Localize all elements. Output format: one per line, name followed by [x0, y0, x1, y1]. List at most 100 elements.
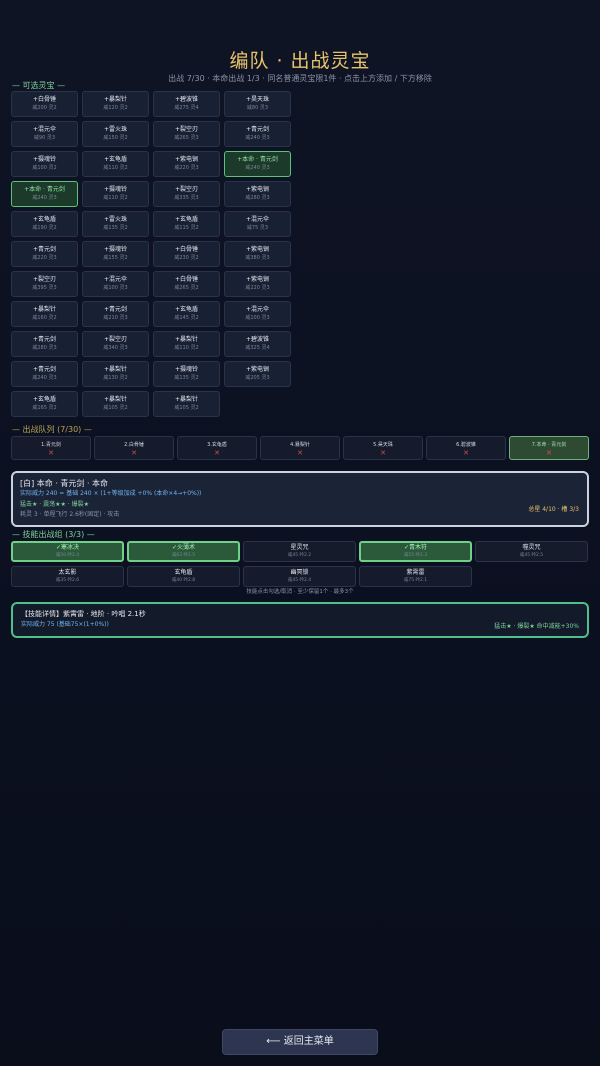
- treasure-card[interactable]: +暴梨针威105 灵2: [82, 391, 149, 417]
- treasure-card-stats: 威105 灵2: [103, 405, 128, 411]
- skill-card[interactable]: 噬灵咒 威45 吟2.5: [475, 541, 588, 562]
- treasure-card[interactable]: +青元剑 威240 灵3: [11, 361, 78, 387]
- treasure-card-label: +白骨锤: [174, 246, 199, 253]
- treasure-card[interactable]: +玄龟盾 威165 灵2: [11, 391, 78, 417]
- treasure-card-stats: 威115 灵2: [174, 225, 199, 231]
- treasure-card-stats: 威210 灵3: [103, 315, 128, 321]
- treasure-card[interactable]: +暴梨针 威110 灵2: [153, 331, 220, 357]
- treasure-card-label: +暴梨针: [103, 396, 128, 403]
- treasure-card[interactable]: +紫电锏 威220 灵3: [153, 151, 220, 177]
- treasure-card[interactable]: +紫电锏 威280 灵3: [224, 181, 291, 207]
- treasure-card[interactable]: +玄龟盾 威110 灵2: [82, 151, 149, 177]
- treasure-card-stats: 威165 灵2: [32, 405, 57, 411]
- info-title: [白] 本命 · 青元剑 · 本命: [20, 479, 109, 488]
- team-slot[interactable]: 6.碧波锥 ✕: [426, 436, 506, 460]
- treasure-card[interactable]: +混元伞 威100 灵3: [82, 271, 149, 297]
- back-to-main-menu-button[interactable]: ⟵ 返回主菜单: [222, 1029, 378, 1055]
- remove-icon: ✕: [131, 449, 137, 457]
- treasure-card-label: +混元伞: [32, 126, 57, 133]
- skill-card[interactable]: 紫霄雷 威75 吟2.1: [359, 566, 472, 587]
- treasure-card[interactable]: +紫电锏 威220 灵3: [224, 271, 291, 297]
- treasure-card[interactable]: +暴梨针 威120 灵2: [82, 91, 149, 117]
- treasure-card-label: +雷火珠: [103, 126, 128, 133]
- skill-card[interactable]: 玄龟盾 威40 吟2.8: [127, 566, 240, 587]
- treasure-card[interactable]: +青元剑 威240 灵3: [224, 121, 291, 147]
- treasure-card-stats: 威90 灵3: [33, 135, 56, 141]
- skill-card[interactable]: ✓青木符 威55 吟2.3: [359, 541, 472, 562]
- treasure-card-label: +裂空刃: [103, 336, 128, 343]
- treasure-card-stats: 威230 灵2: [174, 255, 199, 261]
- team-slot[interactable]: 5.昊天珠 ✕: [343, 436, 423, 460]
- battle-team-queue: 1.青元剑 ✕ 2.白骨锤 ✕ 3.玄龟盾 ✕ 4.暴梨针 ✕ 5.昊天珠 ✕ 6.碧波锥 ✕ 7.本命…: [11, 436, 589, 460]
- skill-detail-panel: 【技能详情】紫霄雷 · 地阶 · 吟唱 2.1秒 实际威力 75 (基础75×(…: [11, 602, 589, 638]
- treasure-card-stats: 威325 灵4: [245, 345, 270, 351]
- skill-card[interactable]: 太玄影 威35 吟2.6: [11, 566, 124, 587]
- treasure-card-label: +暴梨针: [32, 306, 57, 313]
- treasure-card[interactable]: +白骨锤 威265 灵2: [153, 271, 220, 297]
- treasure-card[interactable]: +紫电锏 威205 灵3: [224, 361, 291, 387]
- treasure-card[interactable]: +青元剑 威280 灵3: [11, 331, 78, 357]
- team-slot[interactable]: 1.青元剑 ✕: [11, 436, 91, 460]
- treasure-card[interactable]: +混元伞 威75 灵3: [224, 211, 291, 237]
- treasure-card[interactable]: +混元伞威90 灵3: [11, 121, 78, 147]
- treasure-card[interactable]: +本命 · 青元剑 威240 灵3: [11, 181, 78, 207]
- treasure-card-label: +混元伞: [245, 306, 270, 313]
- treasure-card-label: +本命 · 青元剑: [237, 156, 278, 163]
- treasure-card[interactable]: +摄魂铃 威110 灵2: [82, 181, 149, 207]
- treasure-card[interactable]: +白骨锤 威200 灵2: [11, 91, 78, 117]
- treasure-card[interactable]: +暴梨针 威105 灵2: [153, 391, 220, 417]
- treasure-card[interactable]: +摄魂铃 威100 灵2: [11, 151, 78, 177]
- team-slot-label: 4.暴梨针: [290, 442, 310, 448]
- treasure-card[interactable]: +玄龟盾 威145 灵2: [153, 301, 220, 327]
- treasure-card-label: +雷火珠: [103, 216, 128, 223]
- treasure-card-label: +紫电锏: [174, 156, 199, 163]
- team-slot[interactable]: 7.本命 · 青元剑 ✕: [509, 436, 589, 460]
- treasure-card[interactable]: +雷火珠 威150 灵2: [82, 121, 149, 147]
- treasure-card[interactable]: +青元剑 威220 灵3: [11, 241, 78, 267]
- treasure-card-label: +紫电锏: [245, 366, 270, 373]
- team-slot[interactable]: 3.玄龟盾 ✕: [177, 436, 257, 460]
- skill-card[interactable]: 幽冥锁 威45 吟2.4: [243, 566, 356, 587]
- treasure-card[interactable]: +碧波锥 威325 灵4: [224, 331, 291, 357]
- team-slot[interactable]: 4.暴梨针 ✕: [260, 436, 340, 460]
- treasure-card-label: +摄魂铃: [103, 246, 128, 253]
- treasure-card-label: +玄龟盾: [174, 306, 199, 313]
- treasure-card[interactable]: +白骨锤威230 灵2: [153, 241, 220, 267]
- treasure-card[interactable]: +暴梨针 威130 灵2: [82, 361, 149, 387]
- treasure-card-stats: 威275 灵4: [174, 105, 199, 111]
- treasure-card-stats: 威220 灵3: [245, 285, 270, 291]
- treasure-card[interactable]: +摄魂铃 威155 灵2: [82, 241, 149, 267]
- treasure-card[interactable]: +昊天珠 威80 灵3: [224, 91, 291, 117]
- info-traits: 猛击★ · 震荡★★ · 爆裂★: [20, 501, 89, 508]
- skill-card[interactable]: 星灵咒 威45 吟2.2: [243, 541, 356, 562]
- skill-card-label: ✓寒冰决: [55, 544, 80, 551]
- treasure-card-stats: 威240 灵3: [245, 135, 270, 141]
- treasure-card[interactable]: +裂空刃 威395 灵3: [11, 271, 78, 297]
- treasure-card-label: +摄魂铃: [32, 156, 57, 163]
- treasure-card[interactable]: +裂空刃 威265 灵3: [153, 121, 220, 147]
- treasure-card-label: +摄魂铃: [103, 186, 128, 193]
- treasure-card[interactable]: +紫电锏 威380 灵3: [224, 241, 291, 267]
- treasure-card[interactable]: +碧波锥 威275 灵4: [153, 91, 220, 117]
- treasure-card-label: +暴梨针: [103, 96, 128, 103]
- treasure-card[interactable]: +暴梨针 威160 灵2: [11, 301, 78, 327]
- remove-icon: ✕: [463, 449, 469, 457]
- treasure-card-stats: 威265 灵2: [174, 285, 199, 291]
- skill-card[interactable]: ✓火薄术 威63 吟2.5: [127, 541, 240, 562]
- treasure-card[interactable]: +本命 · 青元剑 威240 灵3: [224, 151, 291, 177]
- treasure-card[interactable]: +混元伞 威100 灵3: [224, 301, 291, 327]
- treasure-card[interactable]: +青元剑 威210 灵3: [82, 301, 149, 327]
- skill-card-stats: 威40 吟2.8: [171, 578, 196, 583]
- treasure-card[interactable]: +摄魂铃 威135 灵2: [153, 361, 220, 387]
- treasure-card-label: +玄龟盾: [32, 216, 57, 223]
- team-slot[interactable]: 2.白骨锤 ✕: [94, 436, 174, 460]
- remove-icon: ✕: [546, 449, 552, 457]
- skill-card-label: 噬灵咒: [522, 544, 541, 551]
- remove-icon: ✕: [48, 449, 54, 457]
- treasure-card[interactable]: +裂空刃 威340 灵3: [82, 331, 149, 357]
- treasure-card[interactable]: +雷火珠 威135 灵2: [82, 211, 149, 237]
- treasure-card[interactable]: +裂空刃 威335 灵3: [153, 181, 220, 207]
- treasure-card[interactable]: +玄龟盾 威190 灵2: [11, 211, 78, 237]
- treasure-card[interactable]: +玄龟盾 威115 灵2: [153, 211, 220, 237]
- skill-card[interactable]: ✓寒冰决 威50 吟2.4: [11, 541, 124, 562]
